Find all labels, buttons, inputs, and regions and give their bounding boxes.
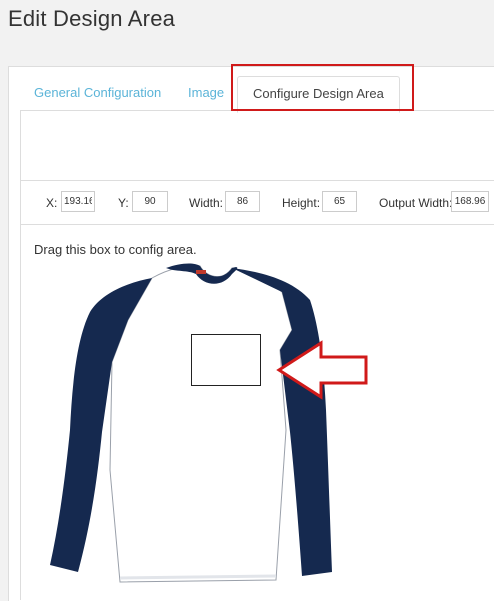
shirt-hem [119,574,277,580]
tab-bar: General Configuration Image Configure De… [20,76,494,113]
product-preview [0,262,494,600]
raglan-shirt-image [50,263,332,583]
y-label: Y: [118,196,129,210]
x-input[interactable] [61,191,95,212]
tab-general-configuration[interactable]: General Configuration [34,76,161,110]
x-label: X: [46,196,58,210]
coords-top-divider [21,180,494,181]
height-input[interactable] [322,191,357,212]
height-label: Height: [282,196,321,210]
tab-configure-design-area[interactable]: Configure Design Area [237,76,400,113]
tab-image[interactable]: Image [188,76,224,110]
width-input[interactable] [225,191,260,212]
shirt-body [109,265,293,583]
page-title: Edit Design Area [8,6,176,31]
coordinates-toolbar: X: Y: Width: Height: Output Width: [0,188,494,218]
design-area-box[interactable] [191,334,261,386]
width-label: Width: [189,196,224,210]
output-width-label: Output Width: [379,196,453,210]
y-input[interactable] [132,191,168,212]
drag-instruction: Drag this box to config area. [34,242,197,257]
output-width-input[interactable] [451,191,489,212]
arrow-left-outline-icon [276,340,368,400]
coords-bottom-divider [21,224,494,225]
shirt-label [196,270,206,274]
